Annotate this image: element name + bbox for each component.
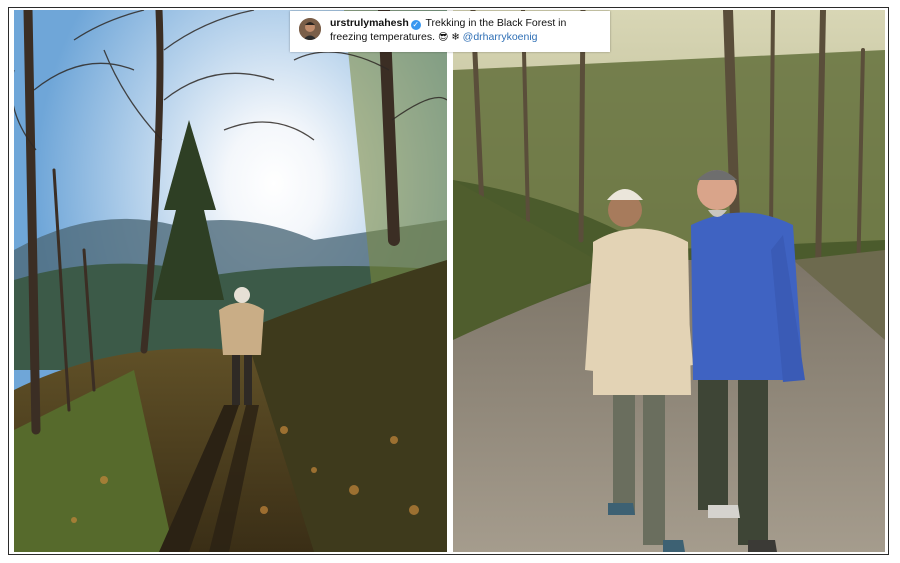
- photo-forest-trail: [14, 10, 447, 552]
- sunglasses-emoji-icon: 😎: [437, 32, 449, 43]
- mention-link[interactable]: @drharrykoenig: [463, 31, 538, 43]
- instagram-caption-card: urstrulymahesh ✓ Trekking in the Black Fo…: [290, 11, 610, 52]
- photo-two-men-forest-road: [453, 10, 885, 552]
- profile-avatar[interactable]: [299, 18, 321, 40]
- verified-badge-icon: ✓: [410, 20, 421, 30]
- username-link[interactable]: urstrulymahesh: [330, 17, 409, 29]
- snowflake-emoji-icon: ❄: [451, 32, 460, 43]
